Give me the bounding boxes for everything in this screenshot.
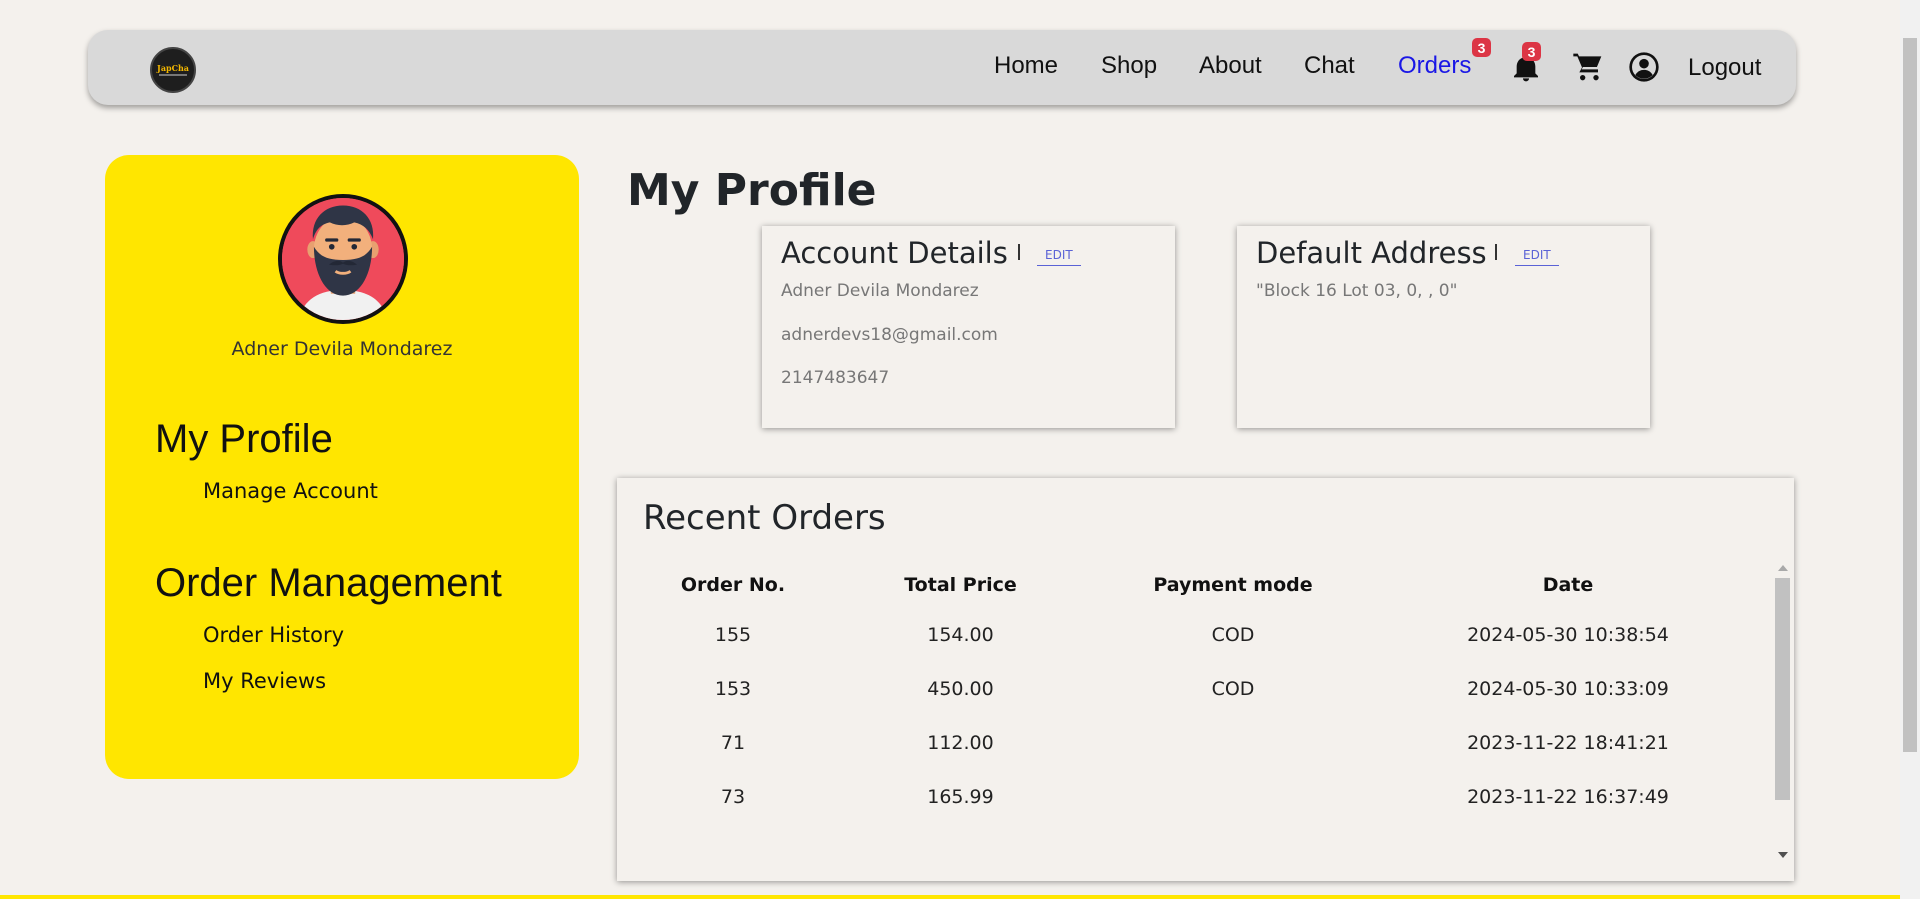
avatar [278, 194, 408, 324]
default-address-title: Default Address [1256, 236, 1487, 270]
sidebar-heading-my-profile: My Profile [155, 417, 333, 461]
address-value: "Block 16 Lot 03, 0, , 0" [1256, 281, 1458, 301]
table-row[interactable]: 153 450.00 COD 2024-05-30 10:33:09 [643, 662, 1768, 716]
cart-icon[interactable] [1572, 51, 1604, 83]
cell-total-price: 450.00 [927, 678, 994, 700]
bearded-man-avatar-icon [282, 198, 404, 320]
sidebar-link-manage-account[interactable]: Manage Account [203, 478, 378, 504]
site-logo[interactable]: JapCha [150, 47, 196, 93]
cell-order-no: 153 [714, 678, 752, 700]
table-row[interactable]: 155 154.00 COD 2024-05-30 10:38:54 [643, 608, 1768, 662]
title-separator [1018, 244, 1020, 260]
cell-payment-mode: COD [1211, 624, 1255, 646]
page-scrollbar-thumb[interactable] [1903, 38, 1917, 752]
recent-orders-table: Order No. Total Price Payment mode Date … [643, 562, 1768, 824]
table-row[interactable]: 73 165.99 2023-11-22 16:37:49 [643, 770, 1768, 824]
account-details-title: Account Details [781, 236, 1008, 270]
table-header-row: Order No. Total Price Payment mode Date [643, 562, 1768, 608]
cell-order-no: 73 [720, 786, 746, 808]
account-email: adnerdevs18@gmail.com [781, 325, 998, 345]
nav-orders[interactable]: Orders [1398, 52, 1471, 80]
edit-address-button[interactable]: EDIT [1515, 248, 1559, 266]
recent-orders-card: Recent Orders Order No. Total Price Paym… [617, 478, 1794, 881]
notification-badge: 3 [1522, 42, 1541, 61]
cell-total-price: 112.00 [927, 732, 994, 754]
sidebar-link-order-history[interactable]: Order History [203, 622, 344, 648]
edit-account-button[interactable]: EDIT [1037, 248, 1081, 266]
nav-home[interactable]: Home [994, 52, 1058, 80]
user-icon[interactable] [1628, 51, 1660, 83]
cell-payment-mode [1098, 770, 1368, 824]
nav-shop[interactable]: Shop [1101, 52, 1157, 80]
recent-orders-title: Recent Orders [643, 498, 886, 538]
orders-scrollbar[interactable] [1774, 560, 1791, 860]
cell-payment-mode: COD [1211, 678, 1255, 700]
sidebar-username: Adner Devila Mondarez [231, 338, 453, 360]
navbar: JapCha Home Shop About Chat Orders 3 3 L… [88, 30, 1796, 105]
sidebar-heading-order-management: Order Management [155, 561, 502, 605]
column-header-total-price: Total Price [904, 574, 1017, 596]
profile-sidebar: Adner Devila Mondarez My Profile Manage … [105, 155, 579, 779]
logo-text: JapCha [157, 63, 189, 73]
nav-about[interactable]: About [1199, 52, 1262, 80]
column-header-payment-mode: Payment mode [1153, 574, 1313, 596]
cell-date: 2024-05-30 10:33:09 [1467, 678, 1669, 700]
orders-badge: 3 [1472, 38, 1491, 57]
cell-order-no: 155 [714, 624, 752, 646]
page-title: My Profile [627, 165, 877, 216]
cell-date: 2023-11-22 18:41:21 [1467, 732, 1669, 754]
cell-date: 2024-05-30 10:38:54 [1467, 624, 1669, 646]
page-scrollbar[interactable] [1900, 0, 1920, 899]
account-phone: 2147483647 [781, 368, 890, 388]
account-name: Adner Devila Mondarez [781, 281, 979, 301]
scroll-down-arrow-icon[interactable] [1778, 852, 1788, 858]
table-row[interactable]: 71 112.00 2023-11-22 18:41:21 [643, 716, 1768, 770]
column-header-date: Date [1542, 574, 1594, 596]
logo-divider [159, 74, 187, 76]
scroll-up-arrow-icon[interactable] [1778, 565, 1788, 571]
column-header-order-no: Order No. [680, 574, 786, 596]
cell-total-price: 154.00 [927, 624, 994, 646]
cell-total-price: 165.99 [927, 786, 994, 808]
cell-order-no: 71 [720, 732, 746, 754]
nav-chat[interactable]: Chat [1304, 52, 1355, 80]
footer-accent-line [0, 895, 1900, 899]
cell-payment-mode [1098, 716, 1368, 770]
cell-date: 2023-11-22 16:37:49 [1467, 786, 1669, 808]
sidebar-link-my-reviews[interactable]: My Reviews [203, 668, 326, 694]
orders-scrollbar-thumb[interactable] [1775, 578, 1790, 800]
account-details-card: Account Details EDIT Adner Devila Mondar… [762, 226, 1175, 428]
logout-link[interactable]: Logout [1688, 54, 1761, 82]
title-separator [1495, 244, 1497, 260]
default-address-card: Default Address EDIT "Block 16 Lot 03, 0… [1237, 226, 1650, 428]
